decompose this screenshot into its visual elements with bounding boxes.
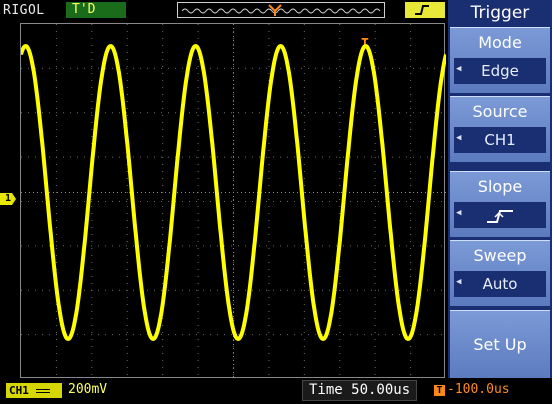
left-arrow-icon: ◀ [456, 133, 462, 143]
dc-coupling-icon [35, 389, 50, 393]
memory-position-bar [177, 2, 385, 18]
menu-sweep-label: Sweep [473, 246, 527, 265]
timebase-readout: Time 50.00us [302, 380, 418, 401]
menu-source-button[interactable]: Source CH1 ◀ [450, 96, 550, 162]
menu-source-label: Source [472, 102, 528, 121]
menu-setup-button[interactable]: Set Up [450, 310, 550, 378]
channel-1-badge[interactable]: CH1 [6, 383, 62, 398]
trigger-position-icon [268, 4, 282, 16]
menu-sweep-button[interactable]: Sweep Auto ◀ [450, 240, 550, 306]
menu-slope-button[interactable]: Slope ◀ [450, 171, 550, 237]
brand-label: RIGOL [3, 3, 45, 18]
status-bar: RIGOL T'D [0, 0, 450, 20]
menu-mode-label: Mode [478, 33, 522, 52]
bottom-status-bar: CH1 200mV Time 50.00us T -100.0us [0, 380, 552, 404]
trigger-offset-readout: T -100.0us [434, 382, 510, 397]
left-arrow-icon: ◀ [456, 277, 462, 287]
menu-title: Trigger [448, 2, 552, 24]
menu-mode-button[interactable]: Mode Edge ◀ [450, 27, 550, 93]
menu-source-value: CH1 [454, 127, 546, 153]
trigger-menu: Trigger Mode Edge ◀ Source CH1 ◀ Slope ◀… [448, 0, 552, 378]
memory-waveform-icon [181, 4, 381, 16]
channel-1-ground-marker[interactable]: 1 [0, 193, 16, 205]
menu-mode-value: Edge [454, 58, 546, 84]
menu-slope-label: Slope [477, 177, 523, 196]
menu-sweep-value: Auto [454, 271, 546, 297]
menu-slope-value [454, 202, 546, 228]
channel-1-scale: 200mV [68, 382, 108, 397]
waveform-display[interactable]: T [20, 23, 446, 379]
menu-setup-label: Set Up [473, 335, 527, 354]
left-arrow-icon: ◀ [456, 208, 462, 218]
left-arrow-icon: ◀ [456, 64, 462, 74]
trigger-marker-icon: T [434, 385, 445, 396]
acquisition-status: T'D [66, 2, 126, 18]
trigger-offset-value: -100.0us [447, 382, 510, 397]
graticule: T [21, 24, 446, 379]
trigger-edge-indicator [405, 2, 445, 18]
channel-1-label: CH1 [9, 384, 29, 397]
rising-edge-icon [487, 209, 513, 223]
